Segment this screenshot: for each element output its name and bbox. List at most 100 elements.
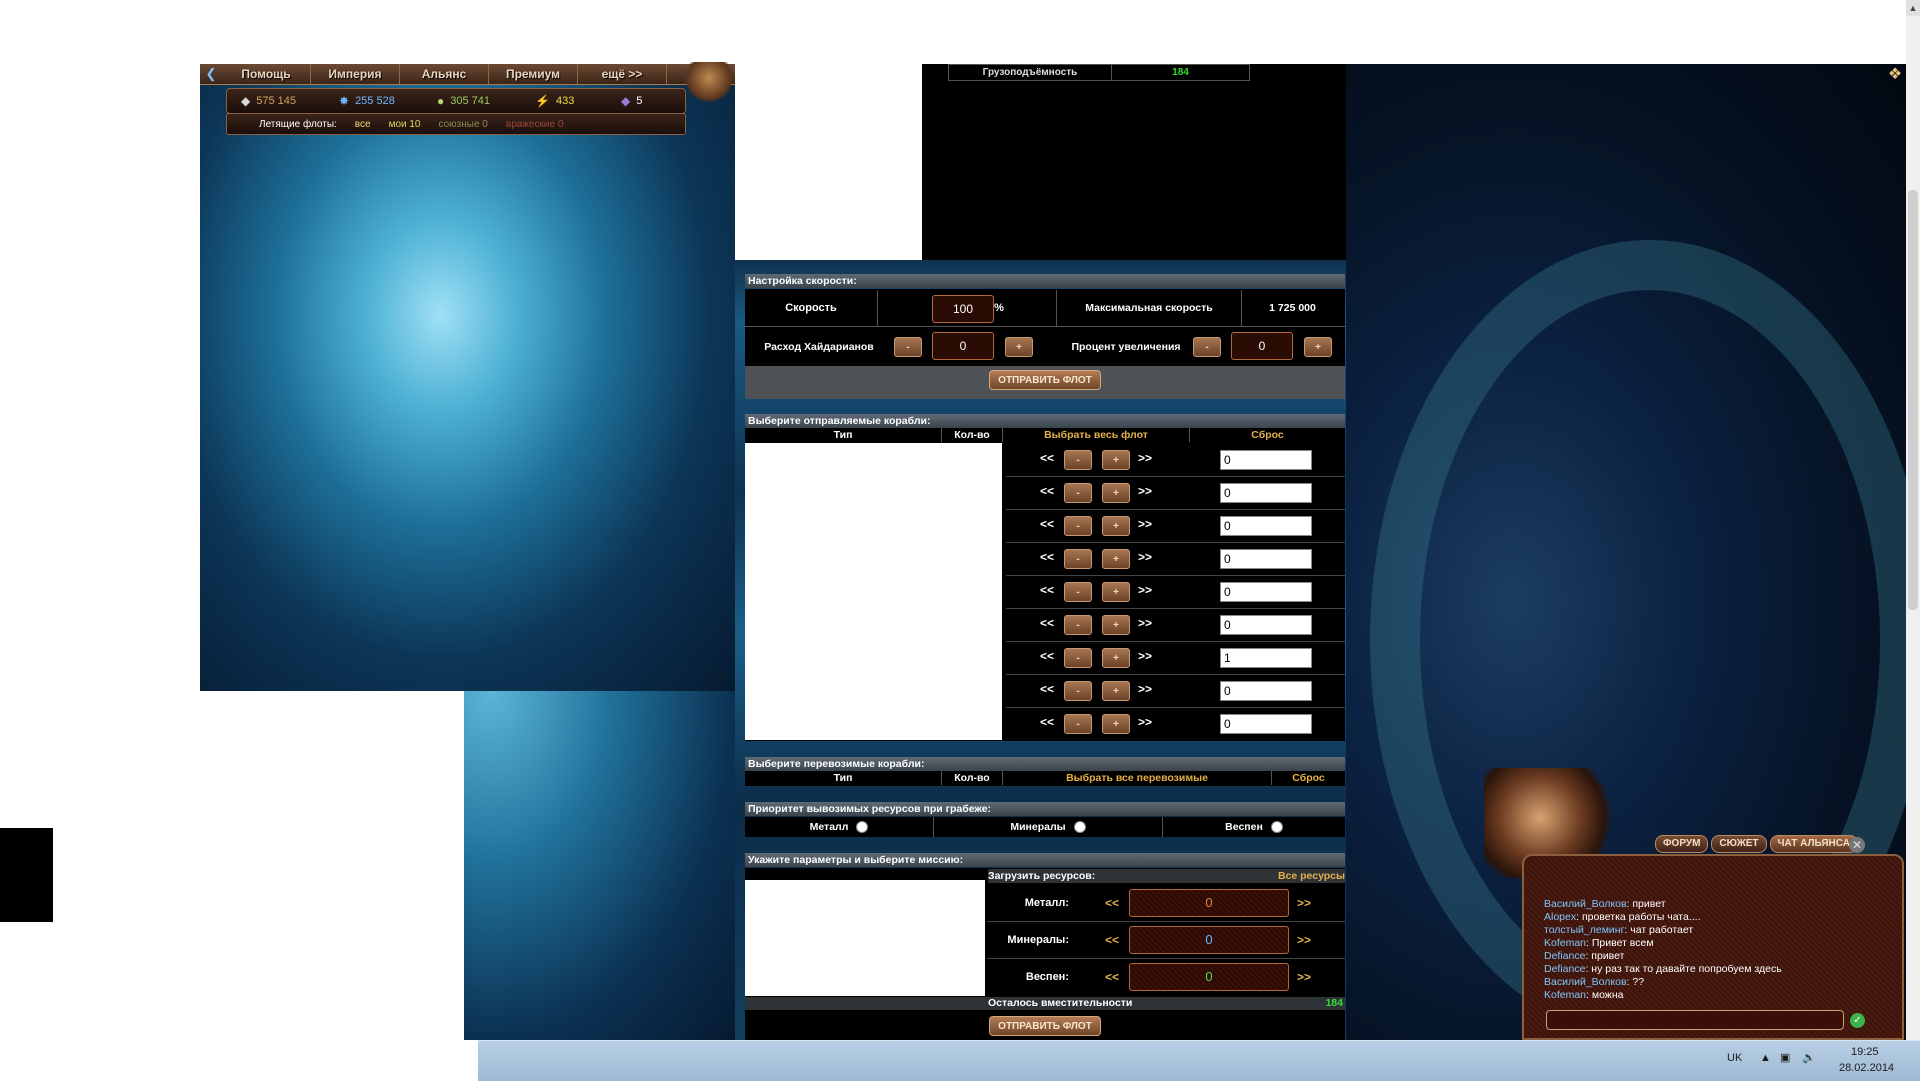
ship-minus-button[interactable]: - [1064,516,1092,536]
chat-tab-story[interactable]: СЮЖЕТ [1711,835,1767,853]
load-metal-arrow-left[interactable]: << [1105,896,1119,910]
ship-qty-input[interactable]: 0 [1220,714,1312,734]
send-fleet-button-top[interactable]: ОТПРАВИТЬ ФЛОТ [989,370,1101,390]
volume-icon[interactable]: 🔊 [1802,1051,1816,1064]
priority-metal-radio[interactable] [856,821,869,834]
ship-arrow-right[interactable]: >> [1138,649,1152,663]
load-minerals-arrow-right[interactable]: >> [1297,933,1311,947]
ship-qty-input[interactable]: 0 [1220,681,1312,701]
chat-nick[interactable]: Alopex [1544,911,1576,923]
load-minerals-input[interactable]: 0 [1129,926,1289,954]
nav-empire[interactable]: Империя [311,64,400,84]
clock-date[interactable]: 28.02.2014 [1839,1062,1894,1074]
load-vespene-arrow-left[interactable]: << [1105,970,1119,984]
priority-vespene-radio[interactable] [1270,821,1283,834]
language-indicator[interactable]: UK [1727,1052,1742,1064]
ship-minus-button[interactable]: - [1064,648,1092,668]
ship-qty-input[interactable]: 0 [1220,549,1312,569]
ship-minus-button[interactable]: - [1064,615,1092,635]
select-all-fleet-link[interactable]: Выбрать весь флот [1003,428,1190,442]
ships-reset-link[interactable]: Сброс [1190,428,1345,442]
ship-minus-button[interactable]: - [1064,483,1092,503]
scrollbar-thumb[interactable] [1908,190,1918,610]
load-metal-arrow-right[interactable]: >> [1297,896,1311,910]
ship-plus-button[interactable]: + [1102,516,1130,536]
ship-arrow-left[interactable]: << [1040,649,1054,663]
back-arrow-icon[interactable]: ❮ [200,64,222,84]
fleets-enemy[interactable]: вражеские 0 [506,119,564,130]
ship-plus-button[interactable]: + [1102,483,1130,503]
select-all-transport-link[interactable]: Выбрать все перевозимые [1003,771,1272,785]
chat-nick[interactable]: Defiance [1544,963,1585,975]
fleets-mine[interactable]: мои 10 [389,119,421,130]
chat-input[interactable] [1546,1010,1844,1030]
ship-plus-button[interactable]: + [1102,681,1130,701]
ship-arrow-right[interactable]: >> [1138,715,1152,729]
nav-alliance[interactable]: Альянс [400,64,489,84]
scroll-up-arrow-icon[interactable]: ▲ [1906,0,1920,16]
load-vespene-arrow-right[interactable]: >> [1297,970,1311,984]
ship-minus-button[interactable]: - [1064,714,1092,734]
hydarian-minus-button[interactable]: - [894,337,922,357]
chat-send-check-icon[interactable]: ✓ [1850,1013,1865,1028]
ship-arrow-left[interactable]: << [1040,682,1054,696]
priority-minerals-radio[interactable] [1073,821,1086,834]
speed-input[interactable]: 100 [932,295,994,323]
increase-minus-button[interactable]: - [1193,337,1221,357]
ship-arrow-right[interactable]: >> [1138,583,1152,597]
ship-arrow-left[interactable]: << [1040,484,1054,498]
ship-plus-button[interactable]: + [1102,648,1130,668]
ship-arrow-left[interactable]: << [1040,451,1054,465]
ship-qty-input[interactable]: 0 [1220,615,1312,635]
ship-qty-input[interactable]: 1 [1220,648,1312,668]
ship-minus-button[interactable]: - [1064,450,1092,470]
ship-qty-input[interactable]: 0 [1220,582,1312,602]
ship-plus-button[interactable]: + [1102,549,1130,569]
ship-plus-button[interactable]: + [1102,582,1130,602]
chat-nick[interactable]: Василий_Волков [1544,898,1627,910]
ship-qty-input[interactable]: 0 [1220,516,1312,536]
increase-plus-button[interactable]: + [1304,337,1332,357]
tray-arrow-icon[interactable]: ▲ [1760,1052,1771,1064]
ship-arrow-right[interactable]: >> [1138,451,1152,465]
chat-nick[interactable]: Василий_Волков [1544,976,1627,988]
nav-premium[interactable]: Премиум [489,64,578,84]
fleets-all[interactable]: все [355,119,371,130]
ship-qty-input[interactable]: 0 [1220,450,1312,470]
load-metal-input[interactable]: 0 [1129,889,1289,917]
all-resources-link[interactable]: Все ресурсы [1278,869,1345,883]
ship-qty-input[interactable]: 0 [1220,483,1312,503]
ship-arrow-left[interactable]: << [1040,583,1054,597]
ship-arrow-left[interactable]: << [1040,715,1054,729]
ship-arrow-right[interactable]: >> [1138,682,1152,696]
ship-arrow-right[interactable]: >> [1138,550,1152,564]
ship-arrow-left[interactable]: << [1040,517,1054,531]
chat-nick[interactable]: Kofeman [1544,937,1586,949]
ship-minus-button[interactable]: - [1064,681,1092,701]
chat-nick[interactable]: Kofeman [1544,989,1586,1001]
ship-arrow-left[interactable]: << [1040,616,1054,630]
emblem-icon[interactable]: ❖ [1886,64,1904,86]
send-fleet-button-bottom[interactable]: ОТПРАВИТЬ ФЛОТ [989,1016,1101,1036]
ship-arrow-right[interactable]: >> [1138,517,1152,531]
nav-more[interactable]: ещё >> [578,64,667,84]
load-minerals-arrow-left[interactable]: << [1105,933,1119,947]
chat-nick[interactable]: Defiance [1544,950,1585,962]
clock-time[interactable]: 19:25 [1851,1046,1879,1058]
nav-help[interactable]: Помощь [222,64,311,84]
load-vespene-input[interactable]: 0 [1129,963,1289,991]
chat-tab-forum[interactable]: ФОРУМ [1655,835,1709,853]
ship-arrow-right[interactable]: >> [1138,484,1152,498]
ship-minus-button[interactable]: - [1064,582,1092,602]
ship-plus-button[interactable]: + [1102,714,1130,734]
ship-arrow-right[interactable]: >> [1138,616,1152,630]
hydarian-input[interactable]: 0 [932,332,994,360]
chat-nick[interactable]: толстый_леминг [1544,924,1624,936]
increase-input[interactable]: 0 [1231,332,1293,360]
chat-tab-alliance[interactable]: ЧАТ АЛЬЯНСА [1769,835,1858,853]
network-icon[interactable]: ▣ [1780,1051,1790,1064]
ship-plus-button[interactable]: + [1102,615,1130,635]
fleets-allied[interactable]: союзные 0 [439,119,488,130]
hydarian-plus-button[interactable]: + [1005,337,1033,357]
transport-reset-link[interactable]: Сброс [1272,771,1345,785]
